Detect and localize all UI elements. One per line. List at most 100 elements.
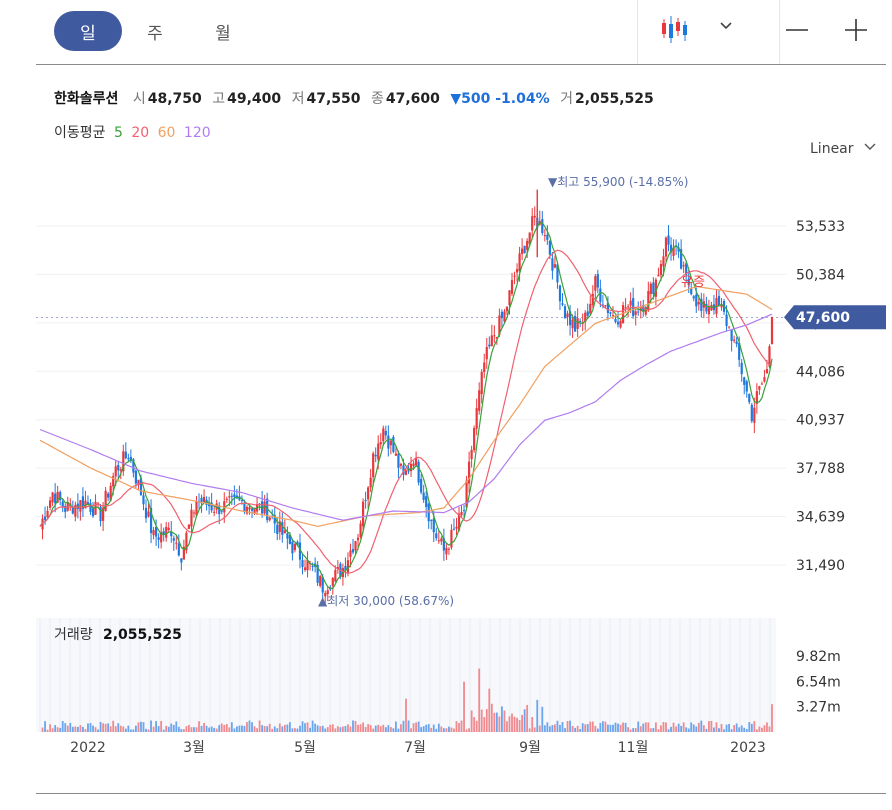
volume-bar <box>392 728 395 732</box>
volume-bar <box>198 721 200 732</box>
volume-bar <box>559 724 561 732</box>
candle-body <box>609 312 612 314</box>
footer-divider <box>36 793 886 794</box>
candle-body <box>152 530 155 536</box>
volume-bar <box>387 725 390 732</box>
candle-body <box>551 258 554 271</box>
volume-bar <box>442 728 445 732</box>
volume-bar <box>402 720 405 732</box>
volume-bar <box>654 722 657 732</box>
volume-bar <box>417 721 420 732</box>
volume-bar <box>341 726 344 732</box>
volume-bar <box>82 726 84 732</box>
candle-body <box>71 507 74 514</box>
volume-bar <box>329 724 332 732</box>
volume-bar <box>319 726 322 732</box>
volume-bar <box>707 721 710 732</box>
candle-body <box>389 440 392 446</box>
candle-body <box>521 248 524 254</box>
candle-body <box>611 315 615 317</box>
candle-body <box>531 216 534 231</box>
volume-bar <box>127 725 130 732</box>
price-axis: 53,53350,38447,23644,08640,93737,78834,6… <box>36 219 886 574</box>
candle-body <box>228 496 231 498</box>
volume-bar <box>488 688 491 732</box>
candle-body <box>533 215 536 218</box>
volume-bar <box>175 721 178 732</box>
candle-body <box>508 290 511 306</box>
volume-axis: 9.82m 6.54m 3.27m <box>796 649 841 716</box>
volume-bar <box>533 727 536 732</box>
candle-body <box>91 508 95 517</box>
candle-body <box>614 318 617 322</box>
candle-body <box>589 303 592 314</box>
candle-body <box>190 509 193 527</box>
volume-bar <box>652 727 655 732</box>
volume-bar <box>142 722 145 732</box>
volume-bar <box>422 726 425 732</box>
candle-body <box>291 541 294 554</box>
candle-body <box>649 283 652 295</box>
volume-bar <box>622 722 624 732</box>
volume-bar <box>46 729 49 732</box>
volume-bar <box>170 723 173 732</box>
candle-body <box>619 320 622 328</box>
candle-body <box>425 496 428 507</box>
candle-body <box>233 494 236 497</box>
volume-bar <box>495 712 498 732</box>
volume-bar <box>286 724 289 732</box>
candle-body <box>470 449 473 460</box>
volume-bar <box>766 722 768 732</box>
candle-body <box>379 442 382 445</box>
volume-bar <box>720 724 723 732</box>
stock-chart[interactable]: 53,53350,38447,23644,08640,93737,78834,6… <box>0 0 892 810</box>
candle-body <box>394 453 398 456</box>
candle-body <box>377 443 380 460</box>
event-label: 유증 <box>681 275 705 290</box>
volume-bar <box>637 721 640 732</box>
candle-body <box>359 523 362 537</box>
volume-bar <box>89 723 92 732</box>
volume-bar <box>713 727 715 732</box>
candle-body <box>576 318 579 329</box>
volume-bar <box>331 724 334 732</box>
candle-body <box>634 311 637 315</box>
volume-bar <box>258 720 261 732</box>
volume-bar <box>738 727 741 732</box>
volume-bar <box>478 668 481 732</box>
volume-bar <box>511 713 513 732</box>
volume-bar <box>548 726 551 732</box>
volume-bar <box>167 726 170 732</box>
volume-bar <box>309 727 311 732</box>
candle-body <box>515 269 519 273</box>
volume-bar <box>695 726 698 732</box>
volume-bar <box>369 725 372 732</box>
volume-bar <box>273 726 276 732</box>
volume-bar <box>304 723 306 732</box>
candle-body <box>165 526 168 538</box>
volume-bar <box>389 727 392 732</box>
volume-bar <box>480 709 483 732</box>
candle-body <box>107 493 110 498</box>
volume-bar <box>213 727 216 732</box>
volume-bar <box>367 724 370 732</box>
candlesticks <box>41 189 774 607</box>
volume-bar <box>493 712 496 732</box>
candle-body <box>387 435 390 449</box>
volume-bar <box>253 726 256 732</box>
volume-bar <box>336 726 339 732</box>
candle-body <box>652 282 655 295</box>
candle-body <box>591 293 594 305</box>
candle-body <box>420 479 423 493</box>
volume-bar <box>445 728 448 732</box>
candle-body <box>770 317 774 345</box>
volume-title: 거래량 <box>54 627 93 643</box>
volume-bar <box>44 721 46 732</box>
volume-bar <box>324 728 327 732</box>
volume-bar <box>483 717 486 732</box>
volume-bar <box>574 727 577 732</box>
volume-bar <box>604 721 607 732</box>
candle-body <box>414 458 418 466</box>
candle-body <box>382 428 385 442</box>
volume-bar <box>114 726 117 732</box>
